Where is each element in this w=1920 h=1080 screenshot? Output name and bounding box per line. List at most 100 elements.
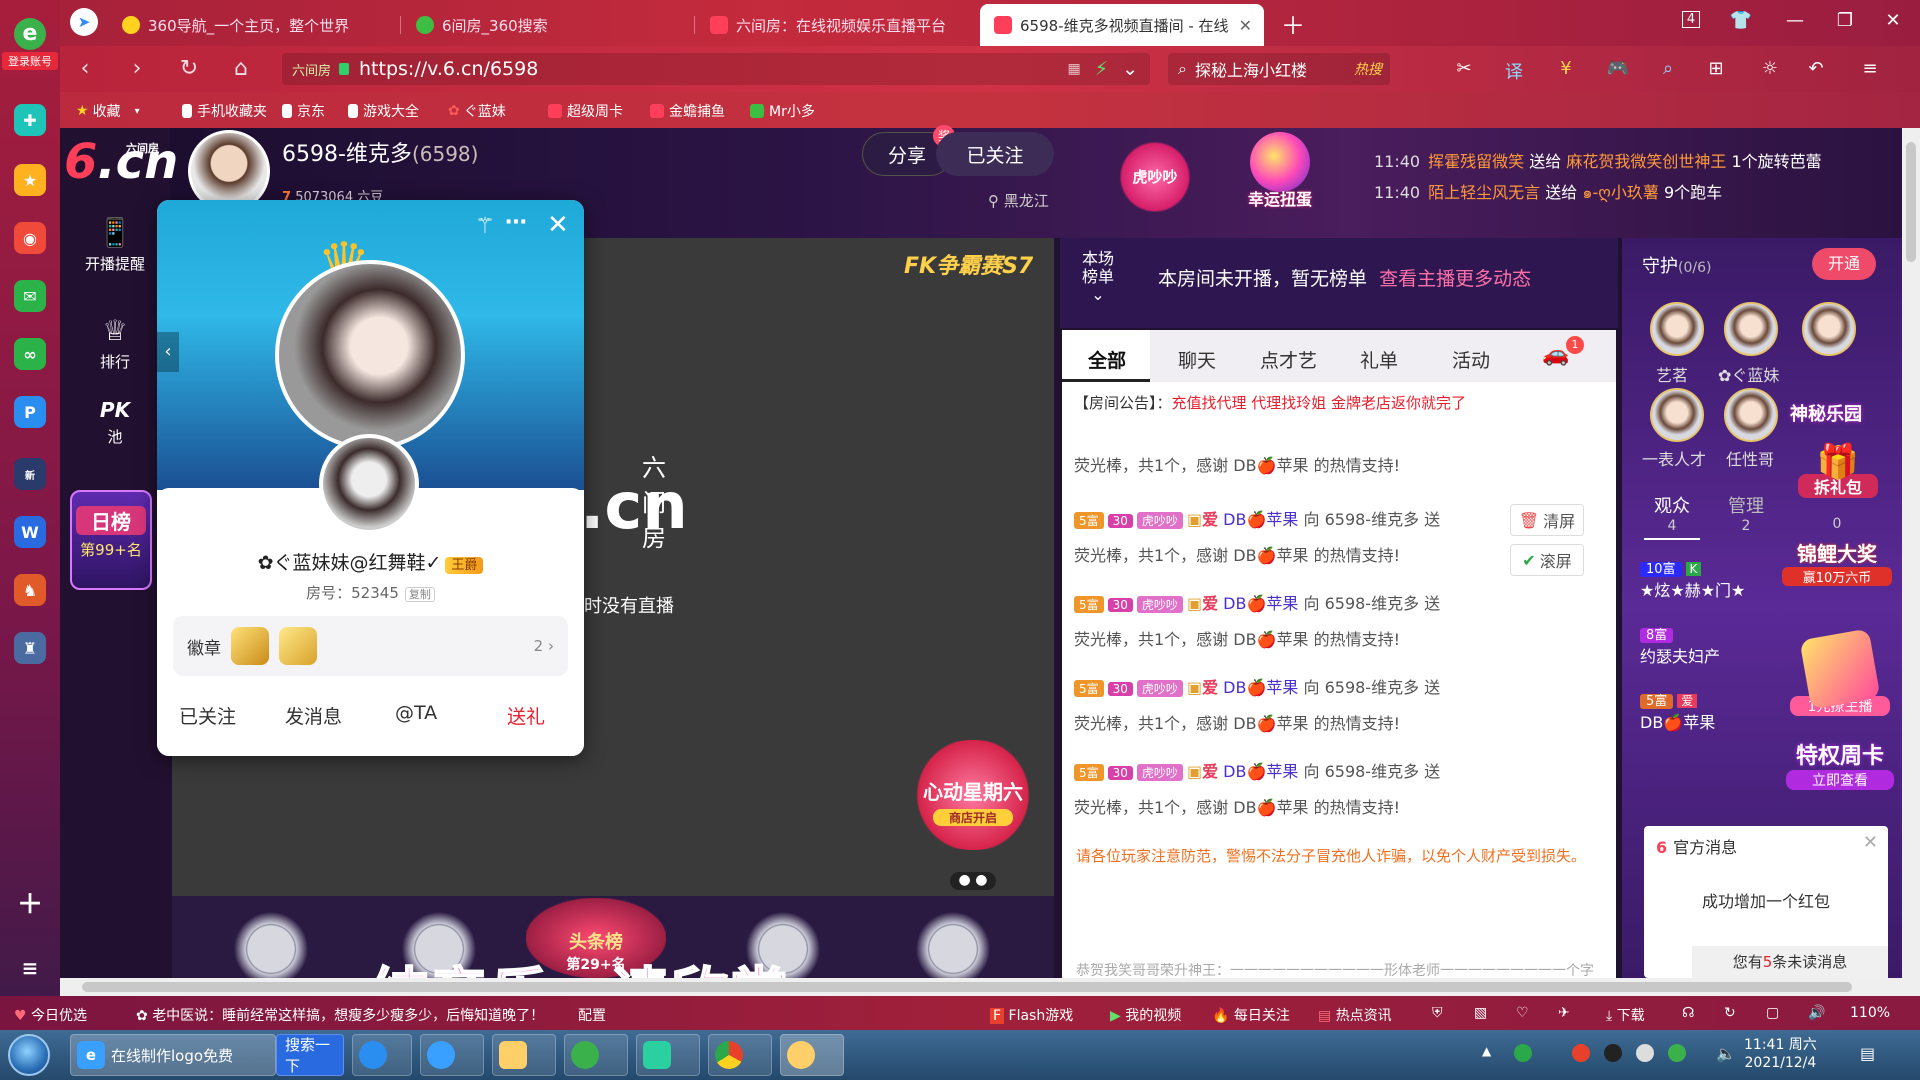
viewer-row[interactable]: 8富 约瑟夫妇产 — [1640, 624, 1720, 667]
chat-user[interactable]: DB🍎苹果 — [1223, 594, 1298, 613]
qr-icon[interactable]: ▦ — [1068, 61, 1081, 77]
scroll-screen-button[interactable]: ✔ 滚屏 — [1510, 544, 1584, 576]
game-icon[interactable]: ♞ — [14, 574, 46, 606]
tab-talent[interactable]: 点才艺 — [1260, 346, 1317, 373]
new-tab-icon[interactable]: ＋ — [1278, 6, 1308, 41]
home-icon[interactable]: ⌂ — [226, 56, 256, 81]
chevron-left-icon[interactable]: ‹ — [157, 332, 179, 372]
image-icon[interactable]: ▧ — [1474, 1005, 1487, 1021]
taskbar-search-button[interactable]: 搜索一下 — [276, 1034, 344, 1076]
tray-expand-icon[interactable]: ▲ — [1482, 1044, 1500, 1062]
anchor-dynamics-link[interactable]: 查看主播更多动态 — [1379, 268, 1531, 290]
koi-prize-promo[interactable]: 锦鲤大奖 赢10万六币 — [1782, 538, 1892, 586]
followed-button[interactable]: 已关注 — [936, 132, 1054, 176]
navigator-icon[interactable]: ➤ — [70, 8, 98, 36]
daily-rank[interactable]: 日榜 第99+名 — [70, 490, 152, 590]
forward-icon[interactable]: › — [122, 56, 152, 81]
viewer-row[interactable]: 10富 K ★炫★赫★门★ — [1640, 558, 1745, 601]
marquee-from[interactable]: 陌上轻尘风无言 — [1428, 183, 1540, 202]
bookmark-fishing[interactable]: 金蟾捕鱼 — [650, 101, 725, 121]
daily-follow[interactable]: 🔥 每日关注 — [1212, 1005, 1290, 1025]
document-icon[interactable]: W — [14, 516, 46, 548]
taskbar-app[interactable] — [780, 1034, 844, 1076]
translate-icon[interactable]: 译 — [1500, 58, 1528, 84]
bookmark-mobile[interactable]: 手机收藏夹 — [182, 101, 267, 121]
my-videos[interactable]: ▶ 我的视频 — [1110, 1005, 1181, 1025]
speed-icon[interactable]: ⚡ — [1095, 58, 1108, 80]
privilege-weekcard-promo[interactable]: 特权周卡 立即查看 — [1786, 738, 1894, 790]
favorites-icon[interactable]: ★ — [14, 164, 46, 196]
game2-icon[interactable]: ♜ — [14, 632, 46, 664]
download[interactable]: ⤓ 下载 — [1606, 1005, 1645, 1025]
refresh-icon[interactable]: ↻ — [1724, 1005, 1736, 1021]
taskbar-chrome[interactable] — [708, 1034, 772, 1076]
accelerate-icon[interactable]: ✈ — [1558, 1005, 1570, 1021]
taskbar-360[interactable] — [564, 1034, 628, 1076]
bookmark-weekcard[interactable]: 超级周卡 — [548, 101, 623, 121]
gamepad-icon[interactable]: 🎮 — [1604, 58, 1632, 79]
lucky-egg-button[interactable]: 幸运扭蛋 — [1230, 132, 1330, 214]
carousel-dots[interactable]: ● ● — [950, 872, 996, 890]
system-clock[interactable]: 11:41 周六 2021/12/4 — [1744, 1036, 1817, 1072]
taskbar-ie[interactable] — [420, 1034, 484, 1076]
news-icon[interactable]: 新 — [14, 458, 46, 490]
horizontal-scrollbar[interactable] — [60, 978, 1920, 996]
menu-icon[interactable]: ≡ — [1856, 58, 1884, 79]
apps-grid-icon[interactable]: ⊞ — [1702, 58, 1730, 79]
guard-avatar[interactable] — [1724, 388, 1778, 442]
unread-messages[interactable]: 您有5条未读消息 — [1692, 946, 1888, 978]
tray-volume-icon[interactable]: 🔈 — [1716, 1044, 1736, 1063]
bookmark-mrxiaoduo[interactable]: Mr小多 — [750, 101, 815, 121]
mail-icon[interactable]: ✉ — [14, 280, 46, 312]
bookmark-favorites[interactable]: ★ 收藏 ▾ — [76, 101, 140, 121]
hot-news[interactable]: ▤ 热点资讯 — [1318, 1005, 1392, 1025]
taskbar-player[interactable] — [636, 1034, 700, 1076]
today-picks[interactable]: ♥ 今日优选 — [14, 1005, 87, 1025]
marquee-to[interactable]: ๑-ღ小玖薯 — [1582, 183, 1659, 202]
tray-app-icon[interactable] — [1572, 1044, 1590, 1062]
tiger-gift-button[interactable]: 虎吵吵 — [1112, 142, 1198, 212]
tray-network-icon[interactable] — [1636, 1044, 1654, 1062]
tab-audience[interactable]: 观众 4 — [1644, 492, 1700, 540]
mention-action[interactable]: @TA — [395, 702, 437, 724]
scroll-thumb[interactable] — [1906, 142, 1916, 262]
chat-user[interactable]: DB🍎苹果 — [1223, 762, 1298, 781]
heart-saturday-promo[interactable]: 心动星期六 商店开启 — [900, 740, 1046, 850]
tray-security-icon[interactable] — [1514, 1044, 1532, 1062]
taskbar-explorer[interactable] — [492, 1034, 556, 1076]
taskbar-app-k[interactable] — [352, 1034, 412, 1076]
add-icon[interactable]: ＋ — [14, 886, 46, 920]
close-icon[interactable]: ✕ — [547, 210, 569, 240]
guard-avatar[interactable] — [1724, 302, 1778, 356]
magnifier-icon[interactable]: ⌕ — [1654, 58, 1682, 79]
send-gift-action[interactable]: 送礼 — [507, 702, 545, 729]
clear-screen-button[interactable]: 🗑 清屏 — [1510, 504, 1584, 536]
skin-icon[interactable]: 👕 — [1726, 10, 1756, 31]
marquee-to[interactable]: 麻花贺我微笑创世神王 — [1566, 152, 1726, 171]
headset-icon[interactable]: ☊ — [1682, 1005, 1694, 1021]
coin-icon[interactable]: ¥ — [1552, 58, 1580, 79]
bookmark-jd[interactable]: 京东 — [282, 101, 325, 121]
vertical-scrollbar[interactable] — [1902, 128, 1920, 978]
tab-management[interactable]: 管理 2 — [1718, 492, 1774, 534]
gift-pack-button[interactable]: 🎁 拆礼包 — [1798, 442, 1878, 514]
volume-icon[interactable]: 🔊 — [1808, 1005, 1825, 1021]
ad-settings[interactable]: 配置 — [578, 1005, 606, 1025]
tab-count-badge[interactable]: 4 — [1676, 11, 1706, 28]
guard-avatar[interactable] — [1650, 388, 1704, 442]
url-input[interactable]: 六间房 https://v.6.cn/6598 ▦ ⚡ ⌄ — [282, 53, 1150, 85]
menu-live-reminder[interactable]: 📱 开播提醒 — [60, 216, 170, 274]
close-icon[interactable]: ✕ — [1863, 832, 1878, 853]
zoom-level[interactable]: 110% — [1850, 1005, 1890, 1021]
cloud-icon[interactable]: ∞ — [14, 338, 46, 370]
login-account[interactable]: e 登录账号 — [2, 18, 58, 74]
shield-icon[interactable]: ⛨ — [1432, 1005, 1443, 1021]
one-yuan-promo[interactable]: 1元撩主播 — [1790, 628, 1890, 716]
guard-avatar[interactable] — [1802, 302, 1856, 356]
mystery-park-button[interactable]: 神秘乐园 — [1790, 400, 1862, 426]
tab-6cn-home[interactable]: 六间房：在线视频娱乐直播平台 — [696, 4, 976, 46]
search-input[interactable]: ⌕ 探秘上海小红楼 热搜 — [1168, 53, 1390, 85]
window-icon[interactable]: ▢ — [1766, 1005, 1779, 1021]
taskbar-ie-window[interactable]: e 在线制作logo免费 — [70, 1034, 276, 1076]
ad-news[interactable]: ✿ 老中医说：睡前经常这样搞，想瘦多少瘦多少，后悔知道晚了！ — [136, 1005, 596, 1025]
